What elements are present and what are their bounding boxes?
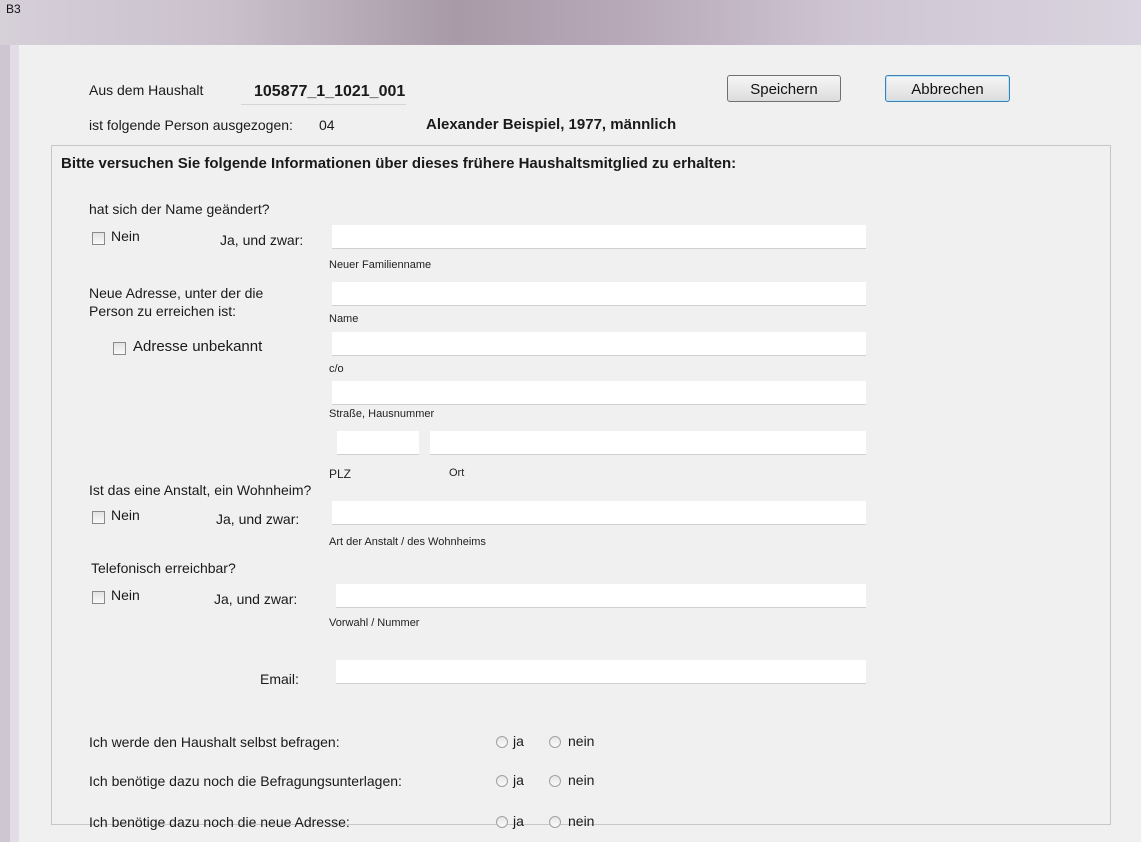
phone-no-checkbox[interactable] xyxy=(92,591,105,604)
address-unknown-checkbox[interactable] xyxy=(113,342,126,355)
self-interview-yes-radio[interactable] xyxy=(496,736,508,748)
phone-question: Telefonisch erreichbar? xyxy=(91,560,236,576)
self-interview-no-label: nein xyxy=(568,733,595,749)
institution-yes-label: Ja, und zwar: xyxy=(216,511,300,527)
person-info: Alexander Beispiel, 1977, männlich xyxy=(426,116,677,133)
name-yes-label: Ja, und zwar: xyxy=(220,232,304,248)
phone-number-caption: Vorwahl / Nummer xyxy=(329,617,420,629)
institution-type-caption: Art der Anstalt / des Wohnheims xyxy=(329,536,486,548)
new-address-no-label: nein xyxy=(568,813,595,829)
address-co-input[interactable] xyxy=(332,332,866,356)
address-ort-input[interactable] xyxy=(430,431,866,455)
email-input[interactable] xyxy=(336,660,866,684)
window-frame xyxy=(0,45,10,842)
question-new-address: Ich benötige dazu noch die neue Adresse: xyxy=(89,814,350,830)
cancel-button[interactable]: Abbrechen xyxy=(885,75,1010,102)
self-interview-no-radio[interactable] xyxy=(549,736,561,748)
institution-no-label: Nein xyxy=(111,507,140,523)
address-name-caption: Name xyxy=(329,313,359,325)
documents-yes-label: ja xyxy=(513,772,524,788)
new-address-no-radio[interactable] xyxy=(549,816,561,828)
address-plz-caption: PLZ xyxy=(329,467,352,481)
window-title: B3 xyxy=(6,2,21,16)
moved-label: ist folgende Person ausgezogen: xyxy=(89,117,293,133)
self-interview-yes-label: ja xyxy=(513,733,524,749)
documents-no-label: nein xyxy=(568,772,595,788)
institution-question: Ist das eine Anstalt, ein Wohnheim? xyxy=(89,482,312,498)
address-plz-input[interactable] xyxy=(337,431,419,455)
dialog-client-area: Aus dem Haushalt 105877_1_1021_001 ist f… xyxy=(19,45,1141,842)
name-no-label: Nein xyxy=(111,228,140,244)
group-heading: Bitte versuchen Sie folgende Information… xyxy=(61,155,739,172)
new-address-yes-label: ja xyxy=(513,813,524,829)
household-id: 105877_1_1021_001 xyxy=(254,83,406,100)
documents-yes-radio[interactable] xyxy=(496,775,508,787)
household-label: Aus dem Haushalt xyxy=(89,82,204,98)
new-surname-caption: Neuer Familienname xyxy=(329,259,432,271)
new-address-yes-radio[interactable] xyxy=(496,816,508,828)
address-question-line2: Person zu erreichen ist: xyxy=(89,303,237,319)
address-unknown-label: Adresse unbekannt xyxy=(133,338,263,355)
household-underline xyxy=(241,104,406,105)
phone-number-input[interactable] xyxy=(336,584,866,608)
question-self-interview: Ich werde den Haushalt selbst befragen: xyxy=(89,734,340,750)
address-street-input[interactable] xyxy=(332,381,866,405)
window-frame-inner xyxy=(10,45,19,842)
person-number: 04 xyxy=(319,117,335,133)
documents-no-radio[interactable] xyxy=(549,775,561,787)
institution-type-input[interactable] xyxy=(332,501,866,525)
address-co-caption: c/o xyxy=(329,363,344,375)
title-bar: B3 xyxy=(0,0,1141,45)
phone-no-label: Nein xyxy=(111,587,140,603)
save-button[interactable]: Speichern xyxy=(727,75,841,102)
question-documents: Ich benötige dazu noch die Befragungsunt… xyxy=(89,773,402,789)
institution-no-checkbox[interactable] xyxy=(92,511,105,524)
phone-yes-label: Ja, und zwar: xyxy=(214,591,298,607)
email-label: Email: xyxy=(260,671,299,687)
address-street-caption: Straße, Hausnummer xyxy=(329,408,435,420)
name-no-checkbox[interactable] xyxy=(92,232,105,245)
new-surname-input[interactable] xyxy=(332,225,866,249)
name-change-question: hat sich der Name geändert? xyxy=(89,201,270,217)
address-name-input[interactable] xyxy=(332,282,866,306)
address-question-line1: Neue Adresse, unter der die xyxy=(89,285,264,301)
address-ort-caption: Ort xyxy=(449,467,465,479)
